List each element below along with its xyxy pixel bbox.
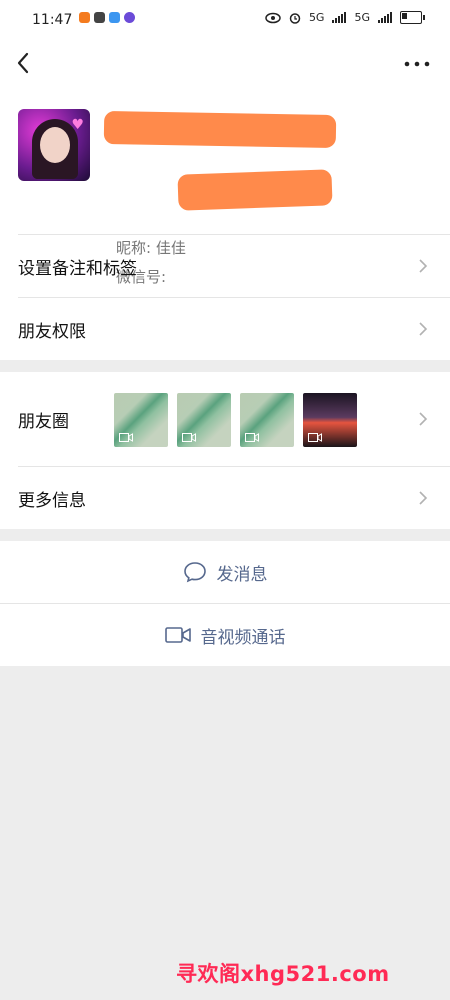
moments-thumbnails (114, 393, 357, 447)
moments-row[interactable]: 朋友圈 (0, 372, 450, 466)
signal-icon (332, 12, 347, 23)
nav-bar (0, 40, 450, 90)
app-notification-icon (109, 12, 120, 23)
actions-block: 发消息 音视频通话 (0, 541, 450, 666)
video-icon (119, 433, 133, 442)
status-right: 5G 5G (265, 11, 425, 24)
send-message-label: 发消息 (216, 564, 268, 585)
video-icon (182, 433, 196, 442)
chevron-right-icon (419, 412, 428, 426)
video-icon (245, 433, 259, 442)
redaction-block-id (177, 169, 333, 211)
section-gap (0, 529, 450, 541)
network-type-label: 5G (354, 11, 370, 24)
redaction-block-name (103, 110, 337, 149)
avatar-face (40, 127, 70, 163)
remark-tags-label: 设置备注和标签 (18, 258, 137, 279)
av-call-label: 音视频通话 (200, 627, 286, 648)
avatar[interactable]: ♥ (18, 109, 90, 181)
more-info-label: 更多信息 (18, 490, 86, 511)
friend-permissions-label: 朋友权限 (18, 321, 86, 342)
eye-icon (265, 12, 281, 23)
video-call-icon (164, 627, 191, 643)
settings-card: 设置备注和标签 朋友权限 (0, 234, 450, 360)
back-arrow-icon[interactable] (14, 48, 44, 78)
av-call-button[interactable]: 音视频通话 (0, 604, 450, 666)
friend-permissions-row[interactable]: 朋友权限 (0, 298, 450, 360)
moment-thumbnail[interactable] (114, 393, 168, 447)
chat-bubble-icon (183, 562, 206, 583)
video-icon (308, 433, 322, 442)
app-notification-icon (79, 12, 90, 23)
chevron-right-icon (419, 491, 428, 505)
more-options-icon[interactable] (402, 54, 432, 74)
section-gap (0, 360, 450, 372)
moment-thumbnail[interactable] (240, 393, 294, 447)
alarm-icon (289, 12, 301, 24)
profile-header: ♥ 昵称: 佳佳 微信号: (0, 90, 450, 286)
chevron-right-icon (419, 322, 428, 336)
network-type-label: 5G (308, 11, 325, 24)
moment-thumbnail[interactable] (177, 393, 231, 447)
more-info-row[interactable]: 更多信息 (0, 467, 450, 529)
moment-thumbnail[interactable] (303, 393, 357, 447)
moments-card: 朋友圈 更多信息 (0, 372, 450, 529)
status-bar: 11:47 5G 5G (0, 0, 450, 40)
heart-icon: ♥ (71, 117, 84, 133)
signal-icon (378, 12, 392, 23)
battery-icon (400, 11, 425, 24)
send-message-button[interactable]: 发消息 (0, 541, 450, 603)
app-notification-icon (94, 12, 105, 23)
watermark-text: 寻欢阁xhg521.com (176, 962, 390, 986)
moments-label: 朋友圈 (18, 411, 69, 432)
chevron-right-icon (419, 259, 428, 273)
remark-tags-row[interactable]: 设置备注和标签 (0, 235, 450, 297)
app-notification-icon (124, 12, 135, 23)
status-time: 11:47 (32, 12, 73, 28)
notification-icons (79, 12, 135, 23)
